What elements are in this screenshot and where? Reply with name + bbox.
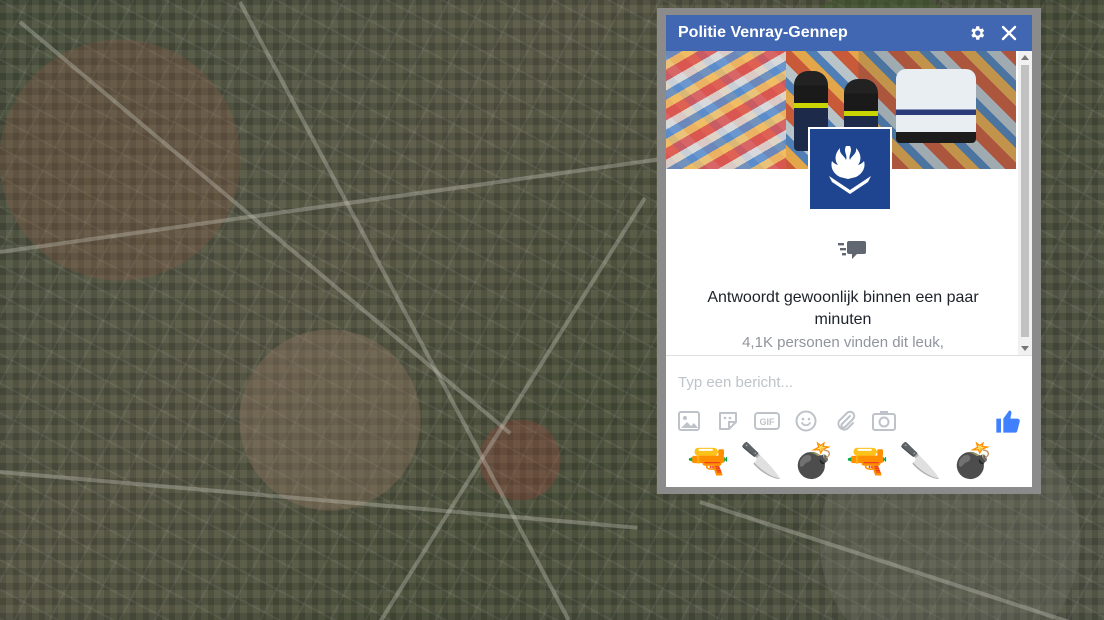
scroll-down-arrow-icon[interactable] [1021,346,1029,351]
composer-toolbar: GIF [676,409,897,433]
close-icon[interactable] [998,22,1020,44]
pistol-emoji: 🔫 [687,442,730,480]
image-icon[interactable] [676,409,702,433]
bomb-emoji: 💣 [952,442,995,480]
pistol-emoji: 🔫 [846,442,889,480]
svg-text:GIF: GIF [760,417,776,427]
camera-icon[interactable] [871,409,897,433]
chat-scrollbar[interactable] [1018,51,1032,355]
page-likes-count: 4,1K personen vinden dit leuk, [742,334,944,351]
bomb-emoji: 💣 [793,442,836,480]
scrollbar-thumb[interactable] [1021,65,1029,337]
chat-title: Politie Venray-Gennep [678,24,848,41]
response-time-icon [838,241,866,266]
composer-divider [666,355,1032,356]
police-emblem-icon [829,146,871,194]
thumbs-up-icon[interactable] [994,407,1022,435]
page-logo [808,127,892,211]
attachment-icon[interactable] [832,409,858,433]
chat-intro-panel: Antwoordt gewoonlijk binnen een paar min… [666,51,1032,355]
chat-widget-frame: Politie Venray-Gennep Antwoordt gewoonli… [657,8,1041,494]
scroll-up-arrow-icon[interactable] [1021,55,1029,60]
knife-emoji: 🔪 [899,442,942,480]
gif-icon[interactable]: GIF [754,409,780,433]
messenger-chat-window: Politie Venray-Gennep Antwoordt gewoonli… [666,15,1032,487]
gear-icon[interactable] [966,22,988,44]
chat-header: Politie Venray-Gennep [666,15,1032,51]
sticker-icon[interactable] [715,409,741,433]
emoji-icon[interactable] [793,409,819,433]
message-input[interactable] [678,372,978,392]
knife-emoji: 🔪 [740,442,783,480]
response-time-text: Antwoordt gewoonlijk binnen een paar min… [707,289,979,328]
emoji-message-row: 🔫 🔪 💣 🔫 🔪 💣 [682,439,1000,483]
